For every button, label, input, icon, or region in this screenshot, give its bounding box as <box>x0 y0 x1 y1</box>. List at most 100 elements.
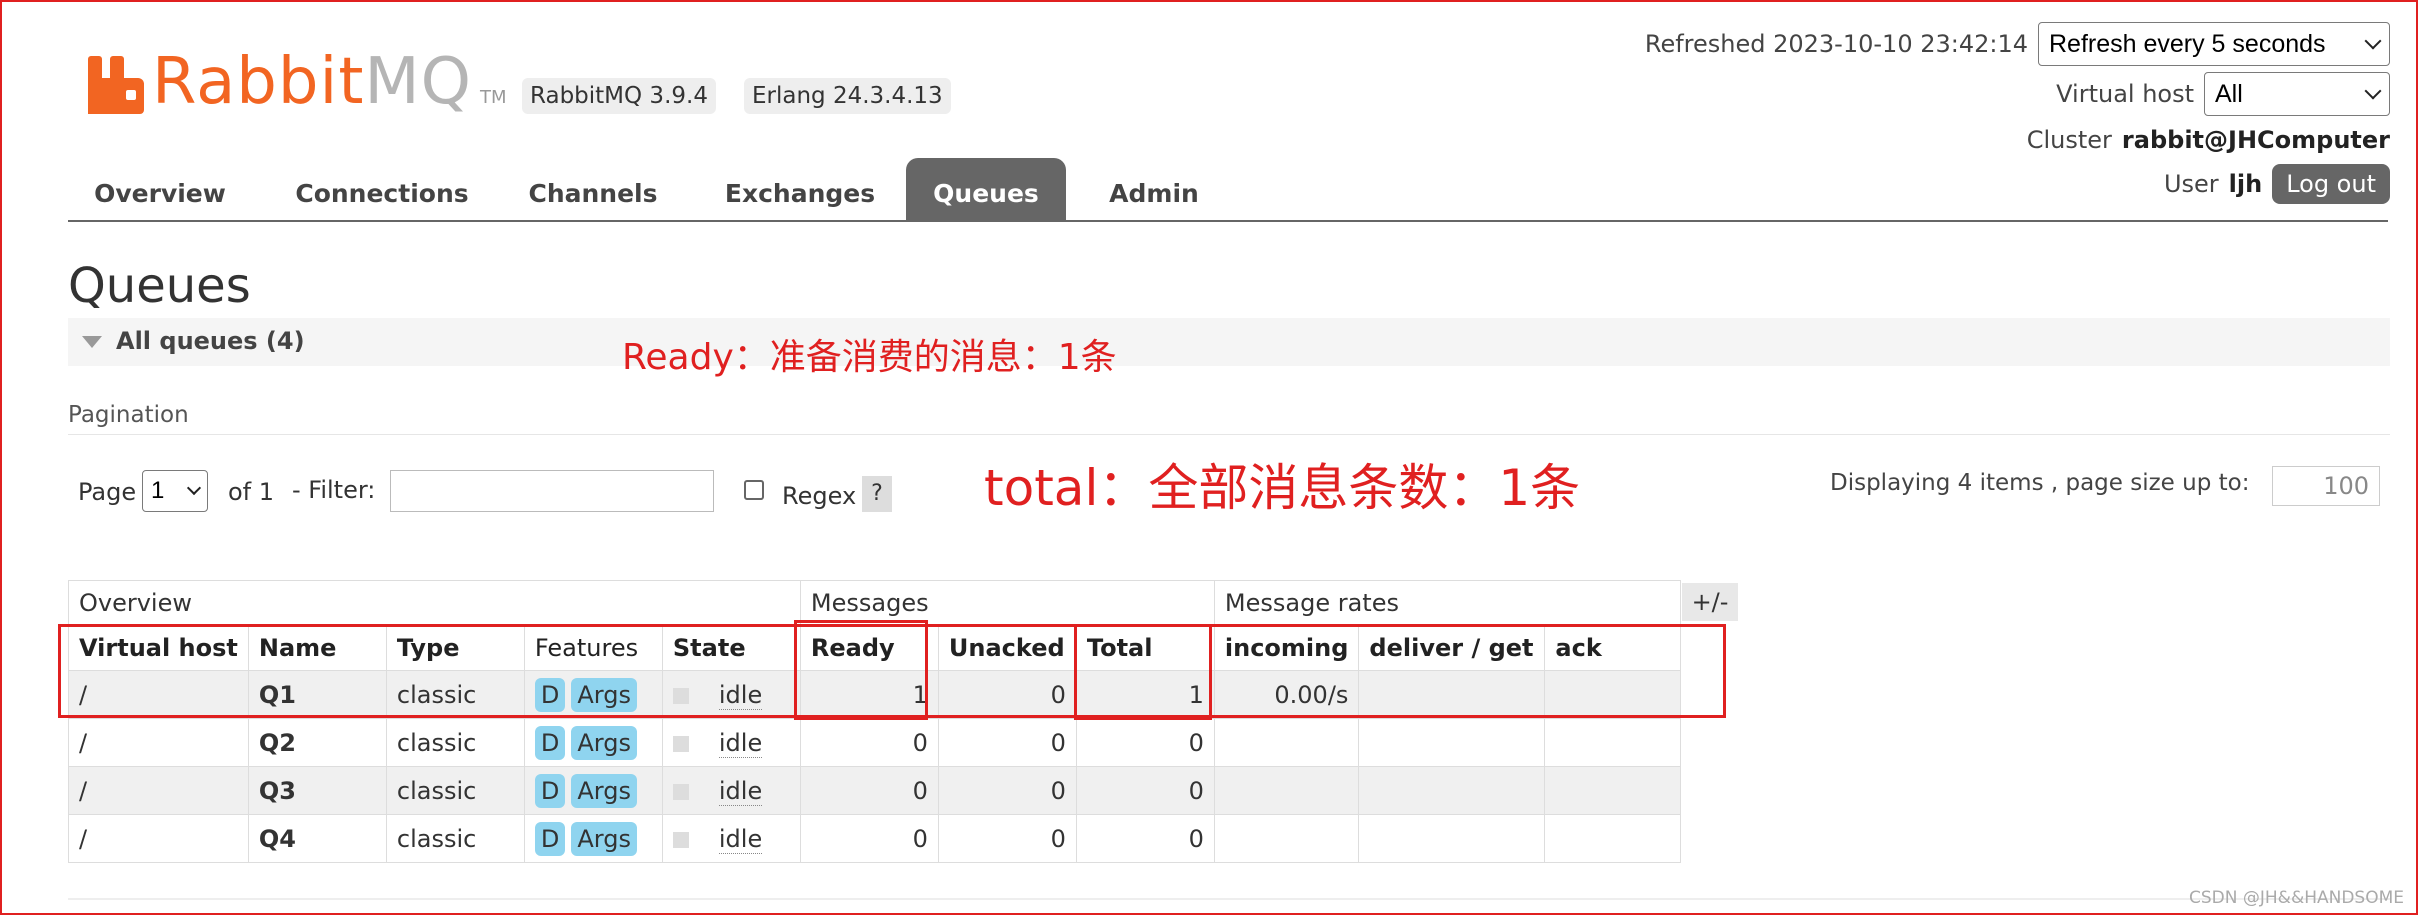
cell-ack <box>1544 814 1682 863</box>
rabbitmq-logo-icon <box>88 56 144 114</box>
col-header-name[interactable]: Name <box>247 624 387 671</box>
cell-state: idle <box>661 814 801 863</box>
feature-durable-badge: D <box>534 773 566 808</box>
state-indicator-icon <box>672 687 689 704</box>
erlang-badge: Erlang 24.3.4.13 <box>744 78 951 114</box>
section-title: All queues (4) <box>116 327 305 355</box>
vhost-row: Virtual host All <box>2056 72 2390 116</box>
all-queues-section-toggle[interactable]: All queues (4) <box>68 318 2390 366</box>
col-header-unacked[interactable]: Unacked <box>937 624 1077 671</box>
col-header-deliver-get[interactable]: deliver / get <box>1358 624 1546 671</box>
group-header-messages: Messages <box>799 580 1215 625</box>
cell-deliver-get <box>1358 766 1546 815</box>
tab-channels[interactable]: Channels <box>508 158 678 220</box>
table-row: / Q4 classic D Args idle 0 0 0 <box>68 814 1682 863</box>
refresh-row: Refreshed 2023-10-10 23:42:14 Refresh ev… <box>1645 22 2390 66</box>
cell-deliver-get <box>1358 718 1546 767</box>
cell-total: 0 <box>1075 718 1215 767</box>
col-header-ready[interactable]: Ready <box>799 624 939 671</box>
queue-name-link[interactable]: Q4 <box>247 814 387 863</box>
queue-name-link[interactable]: Q1 <box>247 670 387 719</box>
cell-ack <box>1544 670 1682 719</box>
state-indicator-icon <box>672 783 689 800</box>
cell-vhost: / <box>68 766 249 815</box>
feature-args-badge: Args <box>571 773 637 808</box>
cell-features: D Args <box>523 766 663 815</box>
cell-deliver-get <box>1358 814 1546 863</box>
feature-durable-badge: D <box>534 821 566 856</box>
cell-type: classic <box>385 718 525 767</box>
pagination-divider <box>68 434 2390 435</box>
main-nav-tabs: Overview Connections Channels Exchanges … <box>68 158 2388 222</box>
col-header-total[interactable]: Total <box>1075 624 1215 671</box>
displaying-text: Displaying 4 items , page size up to: <box>1830 470 2250 496</box>
tab-exchanges[interactable]: Exchanges <box>700 158 900 220</box>
col-header-ack[interactable]: ack <box>1544 624 1682 671</box>
regex-checkbox[interactable] <box>744 480 764 500</box>
tab-admin[interactable]: Admin <box>1086 158 1222 220</box>
chevron-down-icon <box>2364 32 2382 50</box>
col-header-type[interactable]: Type <box>385 624 525 671</box>
refreshed-text: Refreshed 2023-10-10 23:42:14 <box>1644 30 2028 58</box>
group-header-overview: Overview <box>68 580 801 625</box>
cell-incoming <box>1213 814 1360 863</box>
rabbitmq-logo[interactable]: RabbitMQ TM <box>88 44 507 114</box>
page-bottom-divider <box>68 898 2390 900</box>
col-header-incoming[interactable]: incoming <box>1213 624 1360 671</box>
page-select[interactable]: 1 <box>142 470 208 512</box>
cell-features: D Args <box>523 814 663 863</box>
page-size-input[interactable]: 100 <box>2272 466 2380 506</box>
col-header-state[interactable]: State <box>661 624 801 671</box>
cell-ack <box>1544 718 1682 767</box>
cell-ready: 0 <box>799 766 939 815</box>
page-of-label: of 1 <box>228 478 275 506</box>
column-toggle-button[interactable]: +/- <box>1682 583 1738 621</box>
feature-durable-badge: D <box>534 677 566 712</box>
table-row: / Q2 classic D Args idle 0 0 0 <box>68 718 1682 767</box>
state-indicator-icon <box>672 831 689 848</box>
cell-state: idle <box>661 670 801 719</box>
cell-incoming <box>1213 766 1360 815</box>
col-header-virtual-host[interactable]: Virtual host <box>68 624 249 671</box>
cell-vhost: / <box>68 718 249 767</box>
cell-features: D Args <box>523 718 663 767</box>
regex-label: Regex <box>782 482 857 510</box>
total-annotation: total：全部消息条数：1条 <box>984 459 1581 517</box>
cell-ready: 0 <box>799 814 939 863</box>
cell-incoming <box>1213 718 1360 767</box>
cell-vhost: / <box>68 670 249 719</box>
tab-connections[interactable]: Connections <box>276 158 488 220</box>
vhost-label: Virtual host <box>2056 80 2194 108</box>
tab-overview[interactable]: Overview <box>68 158 252 220</box>
refresh-interval-select[interactable]: Refresh every 5 seconds <box>2038 22 2390 66</box>
pagination-label: Pagination <box>68 402 189 428</box>
feature-args-badge: Args <box>571 821 637 856</box>
cluster-name: rabbit@JHComputer <box>2121 126 2390 154</box>
cell-deliver-get <box>1358 670 1546 719</box>
cell-type: classic <box>385 814 525 863</box>
queue-name-link[interactable]: Q2 <box>247 718 387 767</box>
watermark: CSDN @JH&&HANDSOME <box>2189 888 2404 908</box>
cell-ready: 1 <box>799 670 939 719</box>
chevron-down-icon <box>186 480 202 496</box>
feature-args-badge: Args <box>571 677 637 712</box>
cell-incoming: 0.00/s <box>1213 670 1360 719</box>
regex-help-button[interactable]: ? <box>862 476 892 512</box>
page-title: Queues <box>68 258 251 314</box>
cell-ready: 0 <box>799 718 939 767</box>
tab-queues[interactable]: Queues <box>906 158 1066 220</box>
filter-input[interactable] <box>390 470 714 512</box>
cell-total: 0 <box>1075 814 1215 863</box>
cluster-label: Cluster <box>2026 126 2112 154</box>
queue-name-link[interactable]: Q3 <box>247 766 387 815</box>
state-indicator-icon <box>672 735 689 752</box>
cell-unacked: 0 <box>937 766 1077 815</box>
logo-text: RabbitMQ <box>152 45 472 119</box>
cell-ack <box>1544 766 1682 815</box>
vhost-select[interactable]: All <box>2204 72 2390 116</box>
cell-total: 0 <box>1075 766 1215 815</box>
cell-state: idle <box>661 718 801 767</box>
cell-state: idle <box>661 766 801 815</box>
cluster-row: Cluster rabbit@JHComputer <box>2027 126 2390 154</box>
table-row: / Q3 classic D Args idle 0 0 0 <box>68 766 1682 815</box>
